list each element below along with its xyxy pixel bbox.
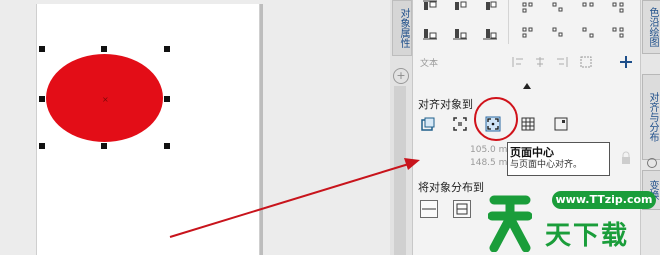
distribute-middle-icon[interactable] xyxy=(550,24,566,40)
distribute-right-icon[interactable] xyxy=(610,0,626,16)
lock-ratio-icon[interactable] xyxy=(618,150,634,166)
align-bottom-right-icon[interactable] xyxy=(482,24,498,40)
selection-handle-br[interactable] xyxy=(164,143,170,149)
align-bottom-center-icon[interactable] xyxy=(452,24,468,40)
tab-align-distribute[interactable]: 对齐与分布 xyxy=(642,74,660,160)
page-center-tooltip: 页面中心 与页面中心对齐。 xyxy=(507,142,610,176)
distribute-bottom-icon[interactable] xyxy=(610,24,626,40)
drawing-canvas[interactable]: × xyxy=(0,0,390,255)
distribute-left-icon[interactable] xyxy=(520,0,536,16)
selection-handle-mr[interactable] xyxy=(164,96,170,102)
highlight-circle xyxy=(474,97,518,141)
page-edge-icon[interactable] xyxy=(452,116,468,132)
watermark-logo-icon xyxy=(488,195,532,252)
selection-handle-tr[interactable] xyxy=(164,46,170,52)
red-ellipse-object[interactable]: × xyxy=(46,54,163,142)
align-top-right-icon[interactable] xyxy=(482,0,498,16)
selection-handle-tl[interactable] xyxy=(39,46,45,52)
text-bounds-icon[interactable] xyxy=(578,54,594,70)
align-to-heading: 对齐对象到 xyxy=(418,98,473,111)
docker-scrollbar[interactable] xyxy=(394,86,406,255)
distribute-spacing-icon[interactable] xyxy=(580,0,596,16)
text-align-center-icon[interactable] xyxy=(532,54,548,70)
selection-handle-bl[interactable] xyxy=(39,143,45,149)
grid-icon[interactable] xyxy=(520,116,536,132)
distribute-to-heading: 将对象分布到 xyxy=(418,181,484,194)
text-align-right-icon[interactable] xyxy=(554,54,570,70)
docker-left-strip: 对象属性 + xyxy=(390,0,413,255)
align-top-left-icon[interactable] xyxy=(422,0,438,16)
tab-contour-drawing[interactable]: 色沿绘图 xyxy=(642,0,660,54)
watermark-name: 天下载 xyxy=(545,221,630,251)
selection-handle-bc[interactable] xyxy=(101,143,107,149)
page-extent-button[interactable] xyxy=(453,200,471,218)
selection-handle-ml[interactable] xyxy=(39,96,45,102)
tooltip-description: 与页面中心对齐。 xyxy=(510,160,583,170)
text-align-left-icon[interactable] xyxy=(510,54,526,70)
right-docker-tabs: 色沿绘图 对齐与分布 变换 xyxy=(640,0,660,255)
active-objects-icon[interactable] xyxy=(420,116,436,132)
align-bottom-left-icon[interactable] xyxy=(422,24,438,40)
text-toolbar-label: 文本 xyxy=(420,59,439,69)
collapse-arrow-icon[interactable] xyxy=(522,82,532,90)
watermark-site: www.TTzip.com xyxy=(552,191,656,209)
center-marker: × xyxy=(102,95,109,104)
x-coordinate-value: 105.0 m xyxy=(470,145,508,155)
align-top-center-icon[interactable] xyxy=(452,0,468,16)
y-coordinate-value: 148.5 m xyxy=(470,158,508,168)
selection-handle-tc[interactable] xyxy=(101,46,107,52)
specified-point-icon[interactable] xyxy=(553,116,569,132)
plus-icon[interactable] xyxy=(618,54,634,70)
distribute-top-icon[interactable] xyxy=(520,24,536,40)
distribute-center-icon[interactable] xyxy=(550,0,566,16)
add-docker-icon[interactable]: + xyxy=(393,68,409,84)
transform-dot-icon xyxy=(647,158,657,168)
object-properties-tab[interactable]: 对象属性 xyxy=(392,0,412,56)
toolbar-divider xyxy=(508,0,509,44)
selection-extent-button[interactable] xyxy=(420,200,438,218)
tooltip-title: 页面中心 xyxy=(510,146,554,159)
distribute-vspacing-icon[interactable] xyxy=(580,24,596,40)
